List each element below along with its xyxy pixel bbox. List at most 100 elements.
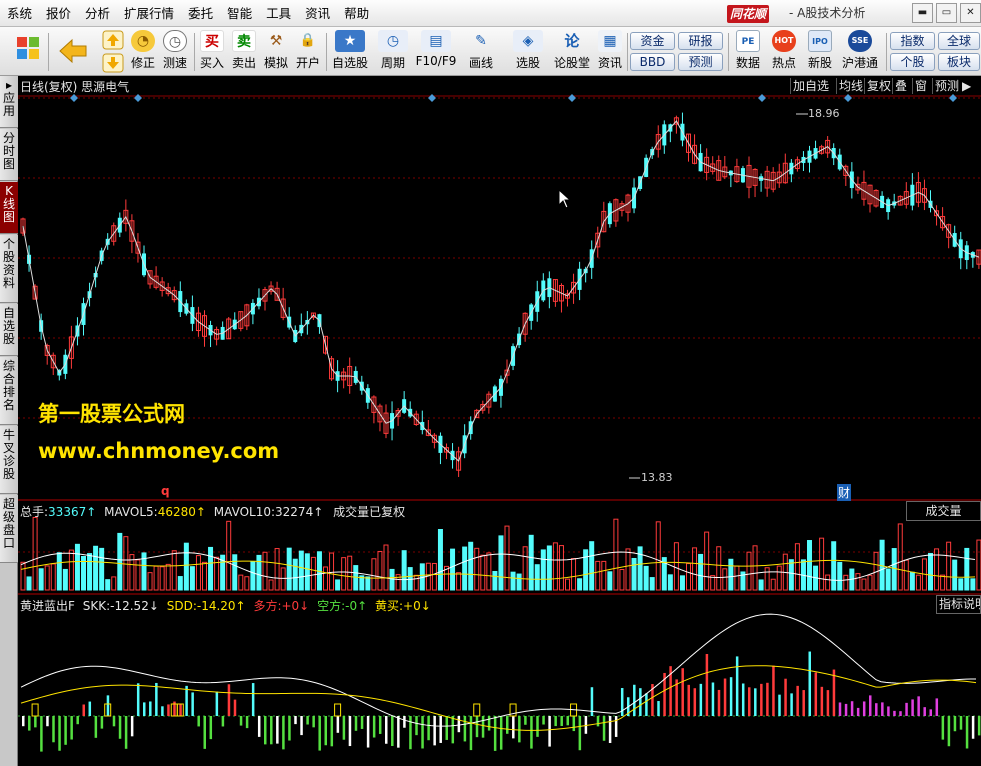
finance-marker[interactable]: 财 bbox=[837, 484, 852, 501]
back-arrow-icon[interactable] bbox=[58, 30, 88, 74]
index-button[interactable]: 指数 bbox=[890, 32, 935, 50]
forum-icon: 论 bbox=[564, 32, 580, 50]
indicator-bar bbox=[899, 711, 902, 716]
menu-analysis[interactable]: 分析 bbox=[78, 0, 117, 27]
volume-bar bbox=[607, 571, 613, 591]
indicator-bar bbox=[657, 701, 660, 716]
indicator-bar bbox=[40, 716, 43, 752]
window-button[interactable]: 窗 bbox=[912, 78, 929, 94]
adjust-button[interactable]: 复权 bbox=[864, 78, 893, 94]
indicator-bar bbox=[276, 716, 279, 744]
yellow-buy-marker bbox=[473, 703, 481, 717]
menu-quote[interactable]: 报价 bbox=[39, 0, 78, 27]
hk-connect-button[interactable]: SSE 沪港通 bbox=[840, 30, 880, 74]
tab-super-board[interactable]: 超级盘口 bbox=[0, 495, 18, 563]
volume-bar bbox=[262, 551, 268, 591]
indicator-bar bbox=[826, 690, 830, 716]
event-marker-q[interactable]: q bbox=[161, 484, 170, 498]
tab-timeshare[interactable]: 分时图 bbox=[0, 129, 18, 181]
play-icon[interactable]: ▶ bbox=[960, 78, 973, 94]
menu-trade[interactable]: 委托 bbox=[181, 0, 220, 27]
pick-stock-button[interactable]: ◈ 选股 bbox=[510, 30, 546, 74]
draw-line-button[interactable]: ✎ 画线 bbox=[463, 30, 499, 74]
indicator-bar bbox=[487, 716, 491, 731]
menu-news[interactable]: 资讯 bbox=[298, 0, 337, 27]
tab-stock-profile[interactable]: 个股资料 bbox=[0, 235, 18, 303]
research-report-button[interactable]: 研报 bbox=[678, 32, 723, 50]
chart-area[interactable]: 日线(复权) 思源电气 加自选 均线 复权 叠 窗 预测 ▶ 18.96 13.… bbox=[18, 76, 981, 766]
speed-button[interactable]: ◷ 测速 bbox=[160, 30, 190, 74]
global-button[interactable]: 全球 bbox=[938, 32, 980, 50]
bbd-button[interactable]: BBD bbox=[630, 53, 675, 71]
overlay-button[interactable]: 叠 bbox=[892, 78, 909, 94]
indicator-bar bbox=[693, 688, 697, 716]
newspaper-icon: ▦ bbox=[598, 30, 622, 52]
stock-button[interactable]: 个股 bbox=[890, 53, 935, 71]
volume-bar bbox=[135, 559, 141, 591]
indicator-bar bbox=[518, 716, 521, 743]
indicator-bar bbox=[100, 716, 104, 729]
volume-bar bbox=[673, 542, 679, 591]
simulate-button[interactable]: ⚒ 模拟 bbox=[262, 30, 290, 74]
volume-bar bbox=[26, 576, 32, 591]
news-button[interactable]: ▦ 资讯 bbox=[596, 30, 624, 74]
open-account-button[interactable]: 🔒 开户 bbox=[294, 30, 322, 74]
indicator-bar bbox=[245, 716, 249, 729]
volume-bar bbox=[202, 561, 207, 591]
volume-bar bbox=[195, 555, 201, 591]
volume-bar bbox=[377, 550, 383, 591]
sector-button[interactable]: 板块 bbox=[938, 53, 980, 71]
minimize-button[interactable]: ▬ bbox=[912, 3, 933, 23]
predict-button[interactable]: 预测 bbox=[932, 78, 961, 94]
indicator-bar bbox=[729, 677, 733, 716]
volume-bar bbox=[903, 559, 909, 591]
volume-bar bbox=[20, 561, 26, 591]
menu-help[interactable]: 帮助 bbox=[337, 0, 376, 27]
tab-watchlist[interactable]: 自选股 bbox=[0, 304, 18, 356]
close-button[interactable]: ✕ bbox=[960, 3, 981, 23]
period-button[interactable]: ◷ 周期 bbox=[375, 30, 411, 74]
buy-button[interactable]: 买 买入 bbox=[198, 30, 226, 74]
indicator-bar bbox=[94, 716, 98, 738]
volume-bar bbox=[498, 535, 504, 591]
tab-kline[interactable]: K线图 bbox=[0, 182, 18, 234]
sell-button[interactable]: 卖 卖出 bbox=[230, 30, 258, 74]
hot-topics-button[interactable]: HOT 热点 bbox=[769, 30, 799, 74]
indicator-bar bbox=[409, 716, 412, 750]
windows-logo-icon[interactable] bbox=[14, 30, 42, 74]
new-stock-button[interactable]: IPO 新股 bbox=[805, 30, 835, 74]
add-watchlist-button[interactable]: 加自选 bbox=[790, 78, 831, 94]
menu-tools[interactable]: 工具 bbox=[259, 0, 298, 27]
screen-icon: ◈ bbox=[513, 30, 543, 52]
fund-flow-button[interactable]: 资金 bbox=[630, 32, 675, 50]
tab-apps[interactable]: ▸ 应用 bbox=[0, 76, 18, 128]
volume-bar bbox=[686, 563, 691, 591]
watchlist-button[interactable]: ★ 自选股 bbox=[331, 30, 369, 74]
menu-extended-market[interactable]: 扩展行情 bbox=[117, 0, 181, 27]
menu-system[interactable]: 系统 bbox=[0, 0, 39, 27]
signal-diamond-icon bbox=[568, 94, 576, 102]
f10-button[interactable]: ▤ F10/F9 bbox=[415, 30, 457, 74]
indicator-bar bbox=[179, 704, 182, 716]
indicator-bar bbox=[191, 692, 194, 716]
ma-button[interactable]: 均线 bbox=[836, 78, 865, 94]
menu-smart[interactable]: 智能 bbox=[220, 0, 259, 27]
fix-button[interactable]: ◔ 修正 bbox=[128, 30, 158, 74]
indicator-bar bbox=[433, 716, 436, 746]
tab-ranking[interactable]: 综合排名 bbox=[0, 357, 18, 425]
forecast-button[interactable]: 预测 bbox=[678, 53, 723, 71]
indicator-help-button[interactable]: 指标说明 bbox=[936, 595, 981, 614]
tab-diagnosis[interactable]: 牛叉诊股 bbox=[0, 426, 18, 494]
data-button[interactable]: PE 数据 bbox=[733, 30, 763, 74]
volume-button[interactable]: 成交量 bbox=[906, 501, 981, 521]
indicator-bar bbox=[512, 716, 515, 739]
indicator-bar bbox=[499, 716, 503, 750]
volume-bar bbox=[625, 548, 631, 591]
indicator-bar bbox=[136, 683, 140, 716]
maximize-button[interactable]: ▭ bbox=[936, 3, 957, 23]
up-arrow-icon[interactable] bbox=[101, 30, 125, 74]
yellow-buy-value: +0↓ bbox=[403, 599, 431, 613]
forum-button[interactable]: 论 论股堂 bbox=[552, 30, 592, 74]
signal-diamond-icon bbox=[134, 94, 142, 102]
indicator-bar bbox=[185, 685, 188, 716]
